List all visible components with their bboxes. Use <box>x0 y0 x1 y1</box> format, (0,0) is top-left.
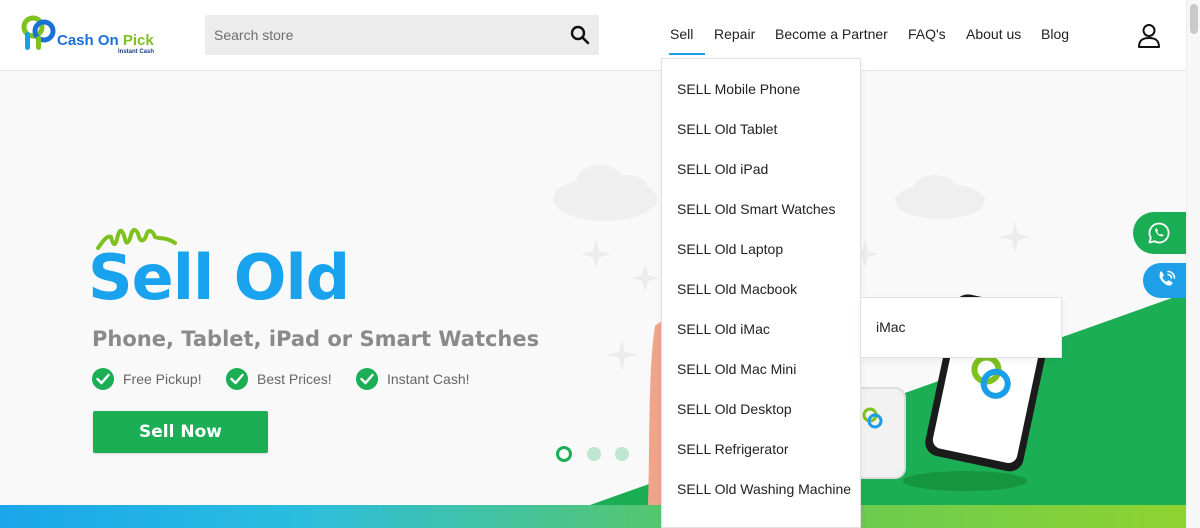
nav-faqs[interactable]: FAQ's <box>908 26 946 42</box>
feature-label: Instant Cash! <box>387 371 470 387</box>
sell-now-button[interactable]: Sell Now <box>93 411 268 453</box>
dropdown-item-ipad[interactable]: SELL Old iPad <box>677 159 857 179</box>
scrollbar-thumb[interactable] <box>1190 4 1198 34</box>
search-icon[interactable] <box>569 24 591 46</box>
dropdown-item-washing-machine[interactable]: SELL Old Washing Machine <box>677 479 857 499</box>
hero-title: Sell Old <box>88 241 350 314</box>
nav-become-partner[interactable]: Become a Partner <box>775 26 888 42</box>
carousel-dot-3[interactable] <box>615 447 629 461</box>
logo-mark-icon <box>21 15 56 50</box>
check-icon <box>356 368 378 390</box>
search-bar <box>205 15 599 55</box>
feature-label: Best Prices! <box>257 371 332 387</box>
whatsapp-icon <box>1148 222 1170 244</box>
submenu-item-imac[interactable]: iMac <box>876 319 906 335</box>
dropdown-item-mac-mini[interactable]: SELL Old Mac Mini <box>677 359 857 379</box>
dropdown-item-desktop[interactable]: SELL Old Desktop <box>677 399 857 419</box>
logo-tagline: Instant Cash <box>118 49 155 55</box>
carousel-dots <box>556 446 636 462</box>
carousel-dot-1[interactable] <box>556 446 572 462</box>
dropdown-item-mobile-phone[interactable]: SELL Mobile Phone <box>677 79 857 99</box>
imac-submenu: iMac <box>860 297 1062 358</box>
dropdown-item-macbook[interactable]: SELL Old Macbook <box>677 279 857 299</box>
nav-blog[interactable]: Blog <box>1041 26 1069 42</box>
search-input[interactable] <box>205 15 555 55</box>
phone-icon <box>1159 270 1176 286</box>
gradient-strip <box>0 505 1186 528</box>
carousel-dot-2[interactable] <box>587 447 601 461</box>
user-icon[interactable] <box>1135 22 1163 50</box>
check-icon <box>92 368 114 390</box>
logo-wordmark: Cash On Pick <box>57 32 154 49</box>
call-button[interactable] <box>1143 263 1186 298</box>
nav-repair[interactable]: Repair <box>714 26 755 42</box>
check-icon <box>226 368 248 390</box>
dropdown-item-smart-watches[interactable]: SELL Old Smart Watches <box>677 199 857 219</box>
site-logo[interactable]: Cash On Pick Instant Cash <box>20 12 180 60</box>
feature-label: Free Pickup! <box>123 371 202 387</box>
sell-dropdown-menu: SELL Mobile Phone SELL Old Tablet SELL O… <box>661 58 861 528</box>
nav-active-indicator <box>669 53 705 55</box>
nav-about-us[interactable]: About us <box>966 26 1021 42</box>
dropdown-item-laptop[interactable]: SELL Old Laptop <box>677 239 857 259</box>
page-scrollbar[interactable] <box>1186 0 1200 528</box>
site-header: Cash On Pick Instant Cash Sell Repair Be… <box>0 0 1186 71</box>
nav-sell[interactable]: Sell <box>670 26 693 42</box>
dropdown-item-imac[interactable]: SELL Old iMac <box>677 319 857 339</box>
whatsapp-button[interactable] <box>1133 212 1186 254</box>
dropdown-item-refrigerator[interactable]: SELL Refrigerator <box>677 439 857 459</box>
hero-subtitle: Phone, Tablet, iPad or Smart Watches <box>92 327 540 351</box>
dropdown-item-tablet[interactable]: SELL Old Tablet <box>677 119 857 139</box>
